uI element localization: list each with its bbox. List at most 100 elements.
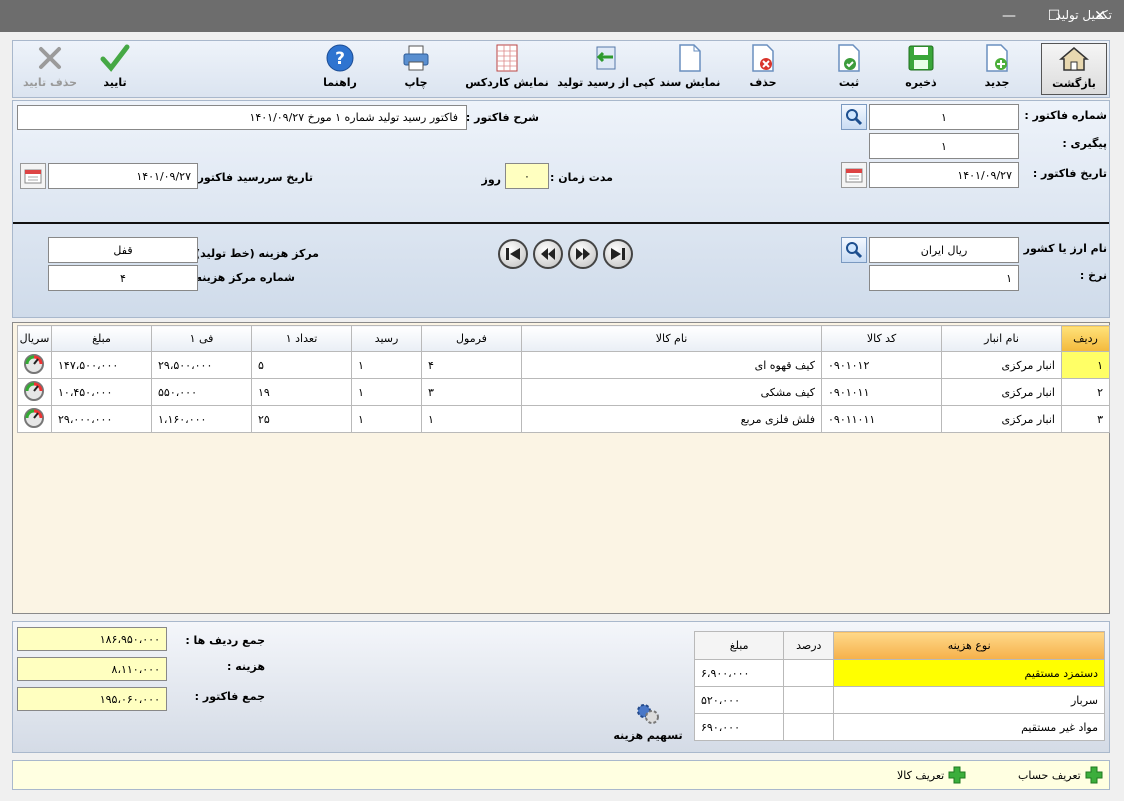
rate-field[interactable]: ۱ <box>869 265 1019 291</box>
col-formula[interactable]: فرمول <box>421 325 522 352</box>
invoice-number-label: شماره فاکتور : <box>1024 109 1107 122</box>
col-row[interactable]: ردیف <box>1061 325 1110 352</box>
cost-center-field[interactable]: قفل <box>48 237 198 263</box>
allocate-cost-label: تسهیم هزینه <box>613 729 683 742</box>
warehouse-cell[interactable]: انبار مرکزی <box>941 351 1062 379</box>
next-record-button[interactable] <box>568 239 598 269</box>
unit-price-cell[interactable]: ۲۹،۵۰۰،۰۰۰ <box>151 351 252 379</box>
maximize-button[interactable]: ☐ <box>1031 0 1077 32</box>
serial-cell[interactable] <box>17 405 52 433</box>
invoice-number-field[interactable]: ۱ <box>869 104 1019 130</box>
col-item-name[interactable]: نام کالا <box>521 325 822 352</box>
register-button[interactable]: ثبت <box>821 43 877 95</box>
first-record-button[interactable] <box>498 239 528 269</box>
confirm-button[interactable]: تایید <box>87 43 143 95</box>
save-label: ذخیره <box>905 76 937 89</box>
help-button[interactable]: ? راهنما <box>315 43 365 95</box>
show-kardex-button[interactable]: نمایش کاردکس <box>465 43 549 95</box>
formula-cell[interactable]: ۳ <box>421 378 522 406</box>
duration-unit: روز <box>481 173 501 186</box>
cost-type-cell[interactable]: سربار <box>833 686 1105 714</box>
col-unit-price[interactable]: فی ۱ <box>151 325 252 352</box>
col-percent[interactable]: درصد <box>783 631 835 660</box>
remove-confirm-button[interactable]: حذف تایید <box>17 43 83 95</box>
minimize-button[interactable]: — <box>986 0 1032 32</box>
percent-cell[interactable] <box>783 659 835 687</box>
last-record-button[interactable] <box>603 239 633 269</box>
cost-amount-cell[interactable]: ۶،۹۰۰،۰۰۰ <box>693 659 785 687</box>
duration-field[interactable]: ۰ <box>505 163 549 189</box>
receipt-cell[interactable]: ۱ <box>351 378 422 406</box>
row-number[interactable]: ۳ <box>1061 405 1110 433</box>
col-cost-amount[interactable]: مبلغ <box>693 631 785 660</box>
back-button[interactable]: بازگشت <box>1041 43 1107 95</box>
cost-amount-cell[interactable]: ۵۲۰،۰۰۰ <box>693 686 785 714</box>
warehouse-cell[interactable]: انبار مرکزی <box>941 378 1062 406</box>
unit-price-cell[interactable]: ۵۵۰،۰۰۰ <box>151 378 252 406</box>
print-button[interactable]: چاپ <box>391 43 441 95</box>
invoice-date-field[interactable]: ۱۴۰۱/۰۹/۲۷ <box>869 162 1019 188</box>
cost-header-row: نوع هزینه درصد مبلغ <box>693 631 1105 660</box>
percent-cell[interactable] <box>783 713 835 741</box>
amount-cell[interactable]: ۲۹،۰۰۰،۰۰۰ <box>51 405 152 433</box>
currency-field[interactable]: ریال ایران <box>869 237 1019 263</box>
table-row[interactable]: ۳ انبار مرکزی ۰۹۰۱۱۰۱۱ فلش فلزی مربع ۱ ۱… <box>17 405 1110 433</box>
row-number[interactable]: ۱ <box>1061 351 1110 379</box>
invoice-date-calendar-button[interactable] <box>841 162 867 188</box>
table-row[interactable]: ۱ انبار مرکزی ۰۹۰۱۰۱۲ کیف قهوه ای ۴ ۱ ۵ … <box>17 351 1110 379</box>
receipt-cell[interactable]: ۱ <box>351 405 422 433</box>
quantity-cell[interactable]: ۵ <box>251 351 352 379</box>
item-code-cell[interactable]: ۰۹۰۱۰۱۲ <box>821 351 942 379</box>
item-name-cell[interactable]: کیف مشکی <box>521 378 822 406</box>
rewind-icon <box>541 248 555 260</box>
col-cost-type[interactable]: نوع هزینه <box>833 631 1105 660</box>
item-code-cell[interactable]: ۰۹۰۱۱۰۱۱ <box>821 405 942 433</box>
amount-cell[interactable]: ۱۴۷،۵۰۰،۰۰۰ <box>51 351 152 379</box>
table-row[interactable]: دستمزد مستقیم ۶،۹۰۰،۰۰۰ <box>693 659 1105 687</box>
cost-type-cell[interactable]: مواد غیر مستقیم <box>833 713 1105 741</box>
previous-record-button[interactable] <box>533 239 563 269</box>
cost-type-cell[interactable]: دستمزد مستقیم <box>833 659 1105 687</box>
serial-cell[interactable] <box>17 378 52 406</box>
allocate-cost-button[interactable]: تسهیم هزینه <box>613 702 683 742</box>
col-receipt[interactable]: رسید <box>351 325 422 352</box>
unit-price-cell[interactable]: ۱،۱۶۰،۰۰۰ <box>151 405 252 433</box>
col-warehouse[interactable]: نام انبار <box>941 325 1062 352</box>
save-button[interactable]: ذخیره <box>893 43 949 95</box>
description-field[interactable]: فاکتور رسید تولید شماره ۱ مورخ ۱۴۰۱/۰۹/۲… <box>17 105 467 130</box>
close-button[interactable]: ✕ <box>1077 0 1123 32</box>
search-invoice-button[interactable] <box>841 104 867 130</box>
define-account-link[interactable]: تعریف حساب <box>1018 766 1103 784</box>
due-date-calendar-button[interactable] <box>20 163 46 189</box>
followup-field[interactable]: ۱ <box>869 133 1019 159</box>
show-document-button[interactable]: نمایش سند <box>653 43 727 95</box>
quantity-cell[interactable]: ۱۹ <box>251 378 352 406</box>
search-currency-button[interactable] <box>841 237 867 263</box>
col-amount[interactable]: مبلغ <box>51 325 152 352</box>
item-code-cell[interactable]: ۰۹۰۱۰۱۱ <box>821 378 942 406</box>
amount-cell[interactable]: ۱۰،۴۵۰،۰۰۰ <box>51 378 152 406</box>
col-quantity[interactable]: تعداد ۱ <box>251 325 352 352</box>
table-row[interactable]: سربار ۵۲۰،۰۰۰ <box>693 686 1105 714</box>
quantity-cell[interactable]: ۲۵ <box>251 405 352 433</box>
new-button[interactable]: جدید <box>969 43 1025 95</box>
cost-center-number-field[interactable]: ۴ <box>48 265 198 291</box>
define-item-link[interactable]: تعریف کالا <box>897 766 966 784</box>
copy-from-receipt-button[interactable]: کپی از رسید تولید <box>549 43 663 95</box>
delete-button[interactable]: حذف <box>735 43 791 95</box>
receipt-cell[interactable]: ۱ <box>351 351 422 379</box>
col-serial[interactable]: سریال <box>17 325 52 352</box>
percent-cell[interactable] <box>783 686 835 714</box>
formula-cell[interactable]: ۴ <box>421 351 522 379</box>
formula-cell[interactable]: ۱ <box>421 405 522 433</box>
row-number[interactable]: ۲ <box>1061 378 1110 406</box>
cost-amount-cell[interactable]: ۶۹۰،۰۰۰ <box>693 713 785 741</box>
warehouse-cell[interactable]: انبار مرکزی <box>941 405 1062 433</box>
col-item-code[interactable]: کد کالا <box>821 325 942 352</box>
serial-cell[interactable] <box>17 351 52 379</box>
item-name-cell[interactable]: فلش فلزی مربع <box>521 405 822 433</box>
table-row[interactable]: ۲ انبار مرکزی ۰۹۰۱۰۱۱ کیف مشکی ۳ ۱ ۱۹ ۵۵… <box>17 378 1110 406</box>
item-name-cell[interactable]: کیف قهوه ای <box>521 351 822 379</box>
table-row[interactable]: مواد غیر مستقیم ۶۹۰،۰۰۰ <box>693 713 1105 741</box>
due-date-field[interactable]: ۱۴۰۱/۰۹/۲۷ <box>48 163 198 189</box>
